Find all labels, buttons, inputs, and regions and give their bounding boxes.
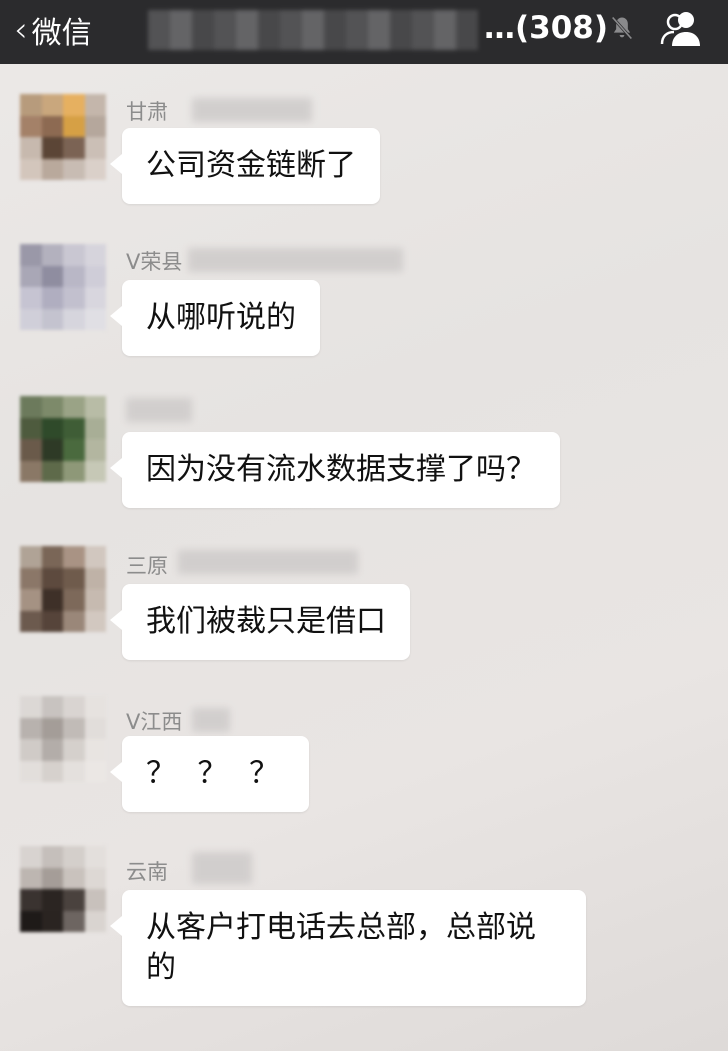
back-label: 微信 bbox=[31, 16, 92, 51]
chat-title-blurred bbox=[148, 10, 478, 50]
message-bubble[interactable]: 我们被裁只是借口 bbox=[110, 584, 410, 660]
sender-name-blurred bbox=[188, 248, 403, 272]
avatar[interactable] bbox=[20, 846, 106, 932]
avatar[interactable] bbox=[20, 396, 106, 482]
message-bubble[interactable]: 因为没有流水数据支撑了吗？ bbox=[110, 432, 560, 508]
sender-name-blurred bbox=[178, 550, 358, 574]
sender-name-blurred bbox=[192, 98, 312, 122]
group-members-icon[interactable] bbox=[660, 8, 704, 48]
sender-name: 甘肃 bbox=[126, 100, 168, 124]
message-bubble[interactable]: 从客户打电话去总部，总部说的 bbox=[110, 890, 586, 1006]
back-button[interactable]: ‹ 微信 bbox=[14, 8, 92, 52]
sender-name: V荣县 bbox=[126, 250, 183, 274]
avatar[interactable] bbox=[20, 94, 106, 180]
sender-name-blurred bbox=[126, 398, 192, 422]
chat-member-count: …(308) bbox=[484, 10, 609, 46]
avatar[interactable] bbox=[20, 696, 106, 782]
top-bar: ‹ 微信 …(308) bbox=[0, 0, 728, 64]
sender-name: 三原 bbox=[126, 554, 168, 578]
sender-name-blurred bbox=[192, 852, 252, 884]
avatar[interactable] bbox=[20, 244, 106, 330]
message-bubble[interactable]: 公司资金链断了 bbox=[110, 128, 380, 204]
sender-name: 云南 bbox=[126, 860, 168, 884]
chevron-left-icon: ‹ bbox=[14, 10, 28, 50]
sender-name: V江西 bbox=[126, 710, 183, 734]
sender-name-blurred bbox=[192, 708, 230, 732]
message-bubble[interactable]: 从哪听说的 bbox=[110, 280, 320, 356]
avatar[interactable] bbox=[20, 546, 106, 632]
mute-bell-icon bbox=[611, 16, 633, 40]
message-bubble[interactable]: ？ ？ ？ bbox=[109, 736, 310, 812]
